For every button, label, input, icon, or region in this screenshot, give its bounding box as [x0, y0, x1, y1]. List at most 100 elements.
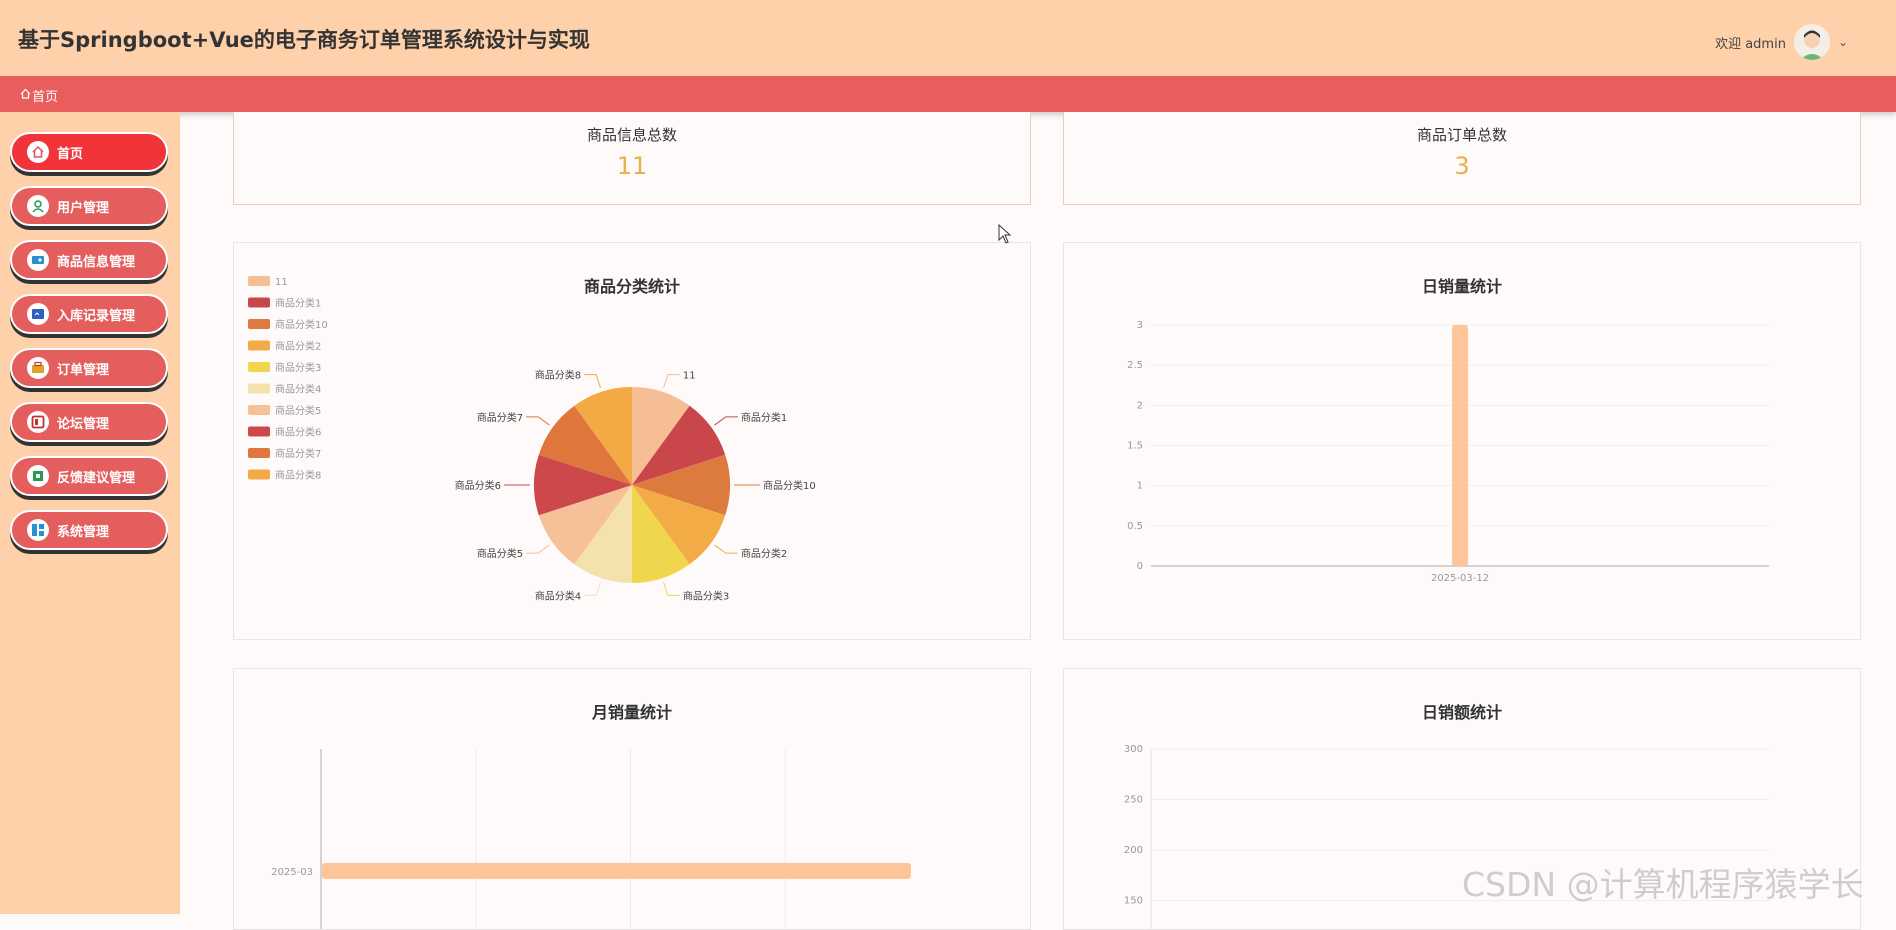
stat-value: 3 — [1454, 152, 1470, 180]
stat-label: 商品订单总数 — [1416, 126, 1507, 144]
legend-swatch — [248, 362, 270, 372]
y-tick-label: 1 — [1137, 481, 1143, 492]
watermark: CSDN @计算机程序猿学长 — [1462, 865, 1864, 904]
sidebar-item-system[interactable]: 系统管理 — [10, 510, 168, 550]
stat-card-products: 商品信息总数 11 — [233, 112, 1031, 205]
legend-swatch — [248, 340, 270, 351]
pie-label: 商品分类6 — [455, 479, 501, 492]
y-tick-label: 2.5 — [1127, 360, 1143, 371]
pie-label: 商品分类5 — [477, 547, 523, 560]
legend-label: 商品分类4 — [275, 383, 321, 396]
pie-label: 商品分类7 — [477, 411, 523, 424]
legend-label: 11 — [275, 277, 288, 288]
sidebar-item-feedback[interactable]: 反馈建议管理 — [10, 456, 168, 496]
pie-chart: 11 商品分类1 商品分类10 商品分类2 商品分类3 商品分类4 商品分类5 商品分类6 商品… — [248, 276, 816, 602]
stat-label: 商品信息总数 — [586, 126, 677, 144]
y-tick-label: 200 — [1124, 845, 1143, 856]
sidebar-item-label: 商品信息管理 — [57, 254, 136, 270]
sidebar: 首页 用户管理 商品信息管理 入库记录管理 订单管理 论坛管理 反馈建议管理 系… — [0, 112, 180, 914]
legend-label: 商品分类3 — [275, 361, 321, 374]
warehouse-icon — [27, 303, 49, 325]
pie-label: 商品分类2 — [741, 547, 787, 560]
sidebar-item-products[interactable]: 商品信息管理 — [10, 240, 168, 280]
avatar[interactable] — [1793, 24, 1830, 60]
legend-swatch — [248, 426, 270, 437]
legend-swatch — [248, 319, 270, 329]
chart-card-daily-sales: 日销量统计 3 2.5 2 1.5 1 0.5 0 2025-03-12 — [1063, 242, 1861, 640]
sidebar-item-inbound[interactable]: 入库记录管理 — [10, 294, 168, 334]
breadcrumb: 首页 — [0, 76, 1896, 112]
pie-label: 商品分类8 — [535, 369, 581, 382]
y-tick-label: 0 — [1137, 561, 1143, 572]
sidebar-item-users[interactable]: 用户管理 — [10, 186, 168, 226]
sidebar-item-home[interactable]: 首页 — [10, 132, 168, 172]
bar — [322, 863, 911, 879]
chevron-down-icon[interactable]: ⌄ — [1838, 35, 1848, 49]
legend-swatch — [248, 469, 270, 480]
legend-swatch — [248, 383, 270, 394]
pie-label-line — [526, 416, 550, 426]
pie-label-line — [584, 374, 601, 389]
y-tick-label: 1.5 — [1127, 441, 1143, 452]
mouse-cursor-icon — [998, 224, 1012, 244]
product-icon — [27, 249, 49, 271]
y-tick-label: 2025-03 — [271, 867, 313, 878]
legend-swatch — [248, 276, 270, 286]
sidebar-item-orders[interactable]: 订单管理 — [10, 348, 168, 388]
user-icon — [27, 195, 49, 217]
pie-label: 商品分类1 — [741, 411, 787, 424]
feedback-icon — [27, 465, 49, 487]
sidebar-item-label: 用户管理 — [57, 200, 110, 216]
sidebar-item-label: 反馈建议管理 — [57, 470, 136, 486]
pie-label: 11 — [683, 371, 696, 382]
y-tick-label: 0.5 — [1127, 521, 1143, 532]
legend-label: 商品分类7 — [275, 447, 321, 460]
sidebar-item-label: 首页 — [57, 146, 84, 162]
bar — [1452, 325, 1468, 566]
pie-label: 商品分类3 — [683, 589, 729, 602]
legend-swatch — [248, 405, 270, 415]
stat-card-orders: 商品订单总数 3 — [1063, 112, 1861, 205]
welcome-text: 欢迎 admin — [1715, 36, 1786, 52]
app-title: 基于Springboot+Vue的电子商务订单管理系统设计与实现 — [18, 28, 590, 52]
pie-label-line — [663, 374, 680, 389]
pie-label-line — [584, 581, 601, 596]
user-menu[interactable]: 欢迎 admin ⌄ — [1715, 24, 1848, 60]
pie-label-line — [714, 416, 738, 426]
y-tick-label: 2 — [1137, 400, 1143, 411]
legend-label: 商品分类10 — [275, 318, 328, 331]
sidebar-item-label: 入库记录管理 — [57, 308, 136, 324]
legend-label: 商品分类5 — [275, 404, 321, 417]
y-tick-label: 250 — [1124, 795, 1143, 806]
legend-swatch — [248, 297, 270, 308]
x-tick-label: 2025-03-12 — [1431, 573, 1489, 584]
home-icon — [20, 88, 31, 99]
daily-sales-chart: 3 2.5 2 1.5 1 0.5 0 2025-03-12 — [1127, 320, 1769, 584]
sidebar-item-label: 论坛管理 — [57, 416, 110, 432]
avatar-icon — [1799, 30, 1824, 60]
y-tick-label: 150 — [1124, 896, 1143, 907]
chart-card-category: 商品分类统计 11 商品分类1 商品分类10 商品分类2 商品分类3 商品分类4 商品分类5… — [233, 242, 1031, 640]
top-header: 基于Springboot+Vue的电子商务订单管理系统设计与实现 欢迎 admi… — [0, 0, 1896, 76]
legend-swatch — [248, 448, 270, 458]
pie-label: 商品分类10 — [763, 479, 816, 492]
stat-value: 11 — [616, 152, 648, 180]
home-icon — [27, 141, 49, 163]
breadcrumb-home[interactable]: 首页 — [32, 86, 58, 105]
pie-label-line — [663, 581, 680, 596]
legend-label: 商品分类2 — [275, 340, 321, 353]
system-icon — [27, 519, 49, 541]
chart-card-monthly-sales: 月销量统计 2025-03 — [233, 668, 1031, 930]
pie-label-line — [526, 544, 550, 554]
y-tick-label: 3 — [1137, 320, 1143, 331]
legend-label: 商品分类8 — [275, 469, 321, 482]
sidebar-item-forum[interactable]: 论坛管理 — [10, 402, 168, 442]
sidebar-item-label: 系统管理 — [57, 524, 110, 540]
legend-label: 商品分类6 — [275, 426, 321, 439]
order-icon — [27, 357, 49, 379]
sidebar-item-label: 订单管理 — [57, 362, 110, 378]
pie-label-line — [714, 544, 738, 554]
monthly-sales-chart: 2025-03 — [271, 749, 911, 929]
legend-label: 商品分类1 — [275, 297, 321, 310]
y-tick-label: 300 — [1124, 744, 1143, 755]
